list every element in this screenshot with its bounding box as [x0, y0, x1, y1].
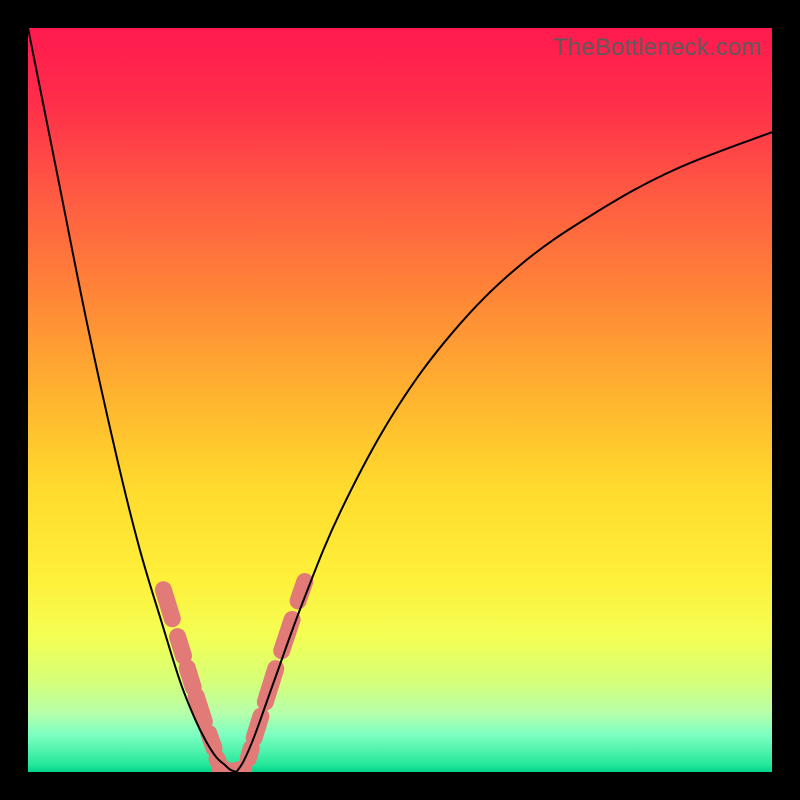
main-curves — [28, 28, 772, 772]
highlight-left-1 — [178, 637, 184, 656]
highlight-segments — [163, 582, 304, 772]
curve-right-curve — [236, 132, 772, 772]
chart-frame: TheBottleneck.com — [0, 0, 800, 800]
highlight-left-3 — [196, 696, 204, 721]
highlight-right-2 — [265, 669, 275, 702]
highlight-left-0 — [163, 590, 172, 619]
chart-curves — [28, 28, 772, 772]
chart-plot-area: TheBottleneck.com — [28, 28, 772, 772]
curve-left-curve — [28, 28, 236, 772]
highlight-left-2 — [187, 668, 193, 687]
